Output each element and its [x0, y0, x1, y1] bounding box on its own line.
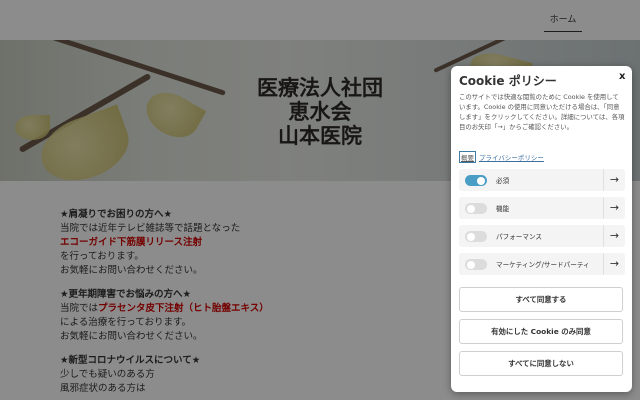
category-label: 必須 — [496, 177, 510, 185]
category-label: パフォーマンス — [496, 233, 543, 241]
toggle-knob — [467, 232, 475, 241]
accept-enabled-button[interactable]: 有効にした Cookie のみ同意 — [459, 319, 623, 344]
toggle-knob — [477, 176, 485, 185]
toggle-switch[interactable] — [465, 203, 487, 214]
category-label: 機能 — [496, 205, 510, 213]
toggle-switch[interactable] — [465, 175, 487, 186]
cookie-description: このサイトでは快適な閲覧のために Cookie を使用しています。Cookie … — [459, 93, 625, 131]
reject-all-button[interactable]: すべてに同意しない — [459, 351, 623, 376]
category-label: マーケティング/サードパーティ — [496, 261, 590, 269]
overview-link[interactable]: 概要 — [459, 151, 476, 163]
privacy-policy-link[interactable]: プライバシーポリシー — [479, 152, 544, 162]
arrow-right-icon[interactable]: → — [603, 169, 625, 191]
cookie-category-performance: パフォーマンス → — [459, 225, 625, 247]
arrow-right-icon[interactable]: → — [603, 197, 625, 219]
toggle-switch[interactable] — [465, 259, 487, 270]
close-icon[interactable]: x — [619, 71, 625, 82]
toggle-knob — [467, 204, 475, 213]
cookie-consent-panel: Cookie ポリシー x このサイトでは快適な閲覧のために Cookie を使… — [451, 66, 632, 392]
cookie-category-required: 必須 → — [459, 169, 625, 191]
arrow-right-icon[interactable]: → — [603, 225, 625, 247]
cookie-category-marketing: マーケティング/サードパーティ → — [459, 253, 625, 275]
arrow-right-icon[interactable]: → — [603, 253, 625, 275]
toggle-switch[interactable] — [465, 231, 487, 242]
cookie-category-functional: 機能 → — [459, 197, 625, 219]
accept-all-button[interactable]: すべて同意する — [459, 287, 623, 312]
toggle-knob — [467, 260, 475, 269]
cookie-title: Cookie ポリシー — [459, 74, 557, 88]
